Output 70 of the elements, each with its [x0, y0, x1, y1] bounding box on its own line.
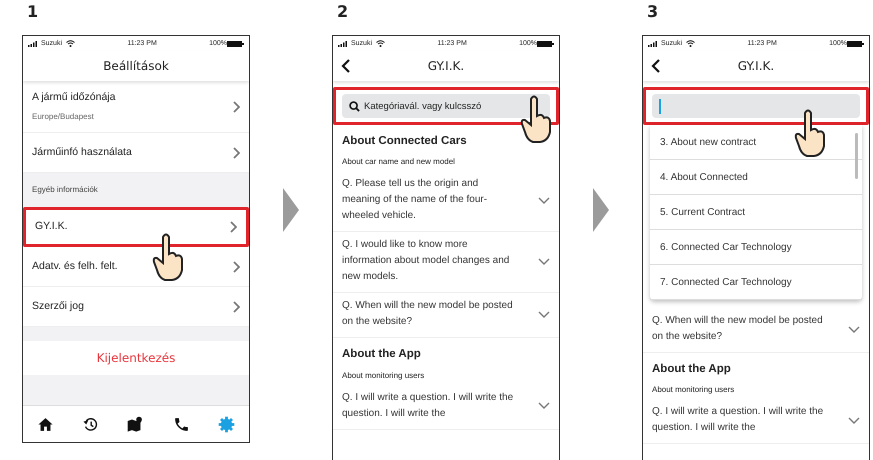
chevron-arrow-icon [283, 188, 299, 232]
section-title: About the App [651, 362, 732, 377]
settings-row[interactable]: Szerzői jog [23, 287, 249, 327]
chevron-down-icon[interactable] [538, 196, 550, 204]
settings-row[interactable]: Adatv. és felh. felt. [23, 247, 249, 287]
chevron-arrow-icon [593, 188, 609, 232]
faq-question[interactable]: Q. Please tell us the origin and meaning of the name of the four-wheeled vehicle. [342, 176, 517, 224]
signal-icon [338, 40, 347, 46]
chevron-down-icon[interactable] [538, 402, 550, 409]
step-number: 2 [336, 1, 350, 23]
section-subtitle: About car name and new model [341, 156, 456, 168]
settings-row[interactable]: GY.I.K. [26, 210, 246, 244]
dropdown-item[interactable]: 7. Connected Car Technology [650, 265, 862, 300]
search-field[interactable]: Kategóriavál. vagy kulcsszó [342, 94, 550, 118]
history-icon[interactable] [82, 416, 100, 432]
chevron-down-icon[interactable] [848, 416, 860, 424]
back-icon[interactable] [651, 59, 660, 73]
pointing-hand-icon [519, 94, 553, 144]
battery-icon [227, 40, 244, 46]
search-icon [349, 100, 360, 112]
faq-question[interactable]: Q. When will the new model be posted on the website? [342, 298, 517, 330]
chevron-right-icon [230, 221, 237, 233]
screen-title: GY.I.K. [738, 58, 774, 75]
phone-icon[interactable] [172, 416, 190, 432]
chevron-right-icon [233, 260, 240, 272]
battery-icon [847, 40, 864, 46]
settings-row[interactable]: A jármű időzónája Europe/Budapest [23, 81, 249, 133]
search-field[interactable] [652, 94, 860, 118]
pointing-hand-icon [151, 232, 185, 282]
battery-icon [537, 40, 554, 46]
screen-title: Beállítások [103, 58, 169, 75]
faq-question[interactable]: Q. I would like to know more information about model changes and new models. [342, 237, 517, 286]
row-label: GY.I.K. [35, 219, 68, 234]
faq-question[interactable]: Q. I will write a question. I will write the question. I will write the [652, 404, 827, 436]
back-icon[interactable] [341, 59, 350, 73]
section-title: About the App [341, 347, 422, 362]
row-label: Adatv. és felh. felt. [32, 258, 118, 274]
chevron-right-icon [233, 300, 240, 312]
step-number: 1 [26, 1, 40, 23]
chevron-right-icon [233, 146, 240, 158]
section-subtitle: About monitoring users [651, 384, 736, 396]
dropdown-item[interactable]: 5. Current Contract [650, 195, 862, 230]
row-label: A jármű időzónája [32, 90, 116, 106]
signal-icon [648, 40, 657, 46]
section-title: About Connected Cars [341, 134, 468, 149]
chevron-down-icon[interactable] [538, 310, 550, 318]
section-subtitle: About monitoring users [341, 370, 426, 382]
chevron-down-icon[interactable] [848, 326, 860, 332]
wifi-icon [66, 40, 76, 47]
row-value: Europe/Budapest [32, 110, 95, 123]
dropdown-item[interactable]: 6. Connected Car Technology [650, 230, 862, 265]
logout-button[interactable]: Kijelentkezés [96, 349, 176, 367]
screen-title: GY.I.K. [428, 58, 464, 75]
row-label: Szerzői jog [32, 298, 84, 314]
map-icon[interactable] [127, 416, 144, 432]
signal-icon [28, 40, 37, 46]
faq-question[interactable]: Q. I will write a question. I will write the question. I will write the [342, 390, 517, 422]
pointing-hand-icon [793, 108, 827, 158]
chevron-down-icon[interactable] [538, 258, 550, 265]
row-label: Járműinfó használata [32, 144, 132, 160]
settings-row[interactable]: Járműinfó használata [23, 133, 249, 173]
faq-question[interactable]: Q. When will the new model be posted on the website? [652, 313, 827, 345]
wifi-icon [376, 40, 386, 47]
home-icon[interactable] [37, 416, 54, 432]
wifi-icon [686, 40, 696, 47]
chevron-right-icon [233, 100, 240, 112]
text-cursor [659, 98, 660, 114]
step-number: 3 [646, 1, 660, 23]
scrollbar-thumb[interactable] [855, 133, 858, 179]
section-label: Egyéb információk [32, 184, 98, 196]
